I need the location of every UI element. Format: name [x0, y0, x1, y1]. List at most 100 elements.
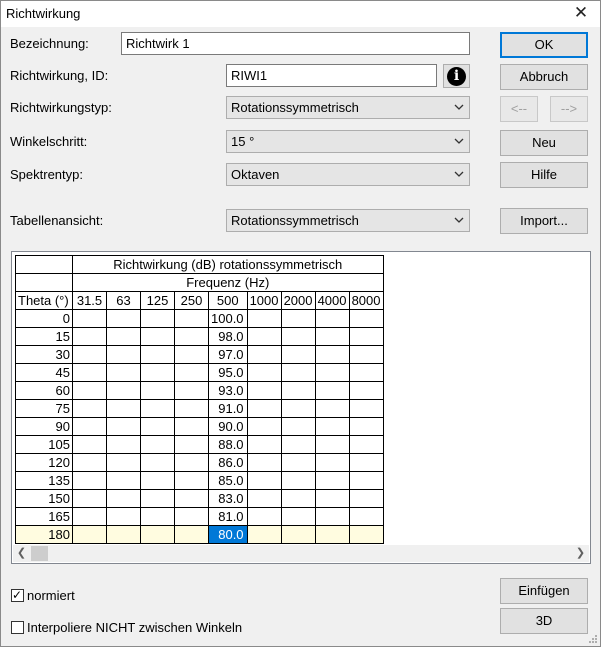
- value-cell[interactable]: [106, 435, 141, 454]
- value-cell[interactable]: [140, 417, 175, 436]
- value-cell[interactable]: [280, 435, 316, 454]
- value-cell[interactable]: [246, 363, 282, 382]
- value-cell[interactable]: [174, 435, 209, 454]
- value-cell[interactable]: [246, 471, 282, 490]
- id-input[interactable]: RIWI1: [226, 64, 437, 87]
- value-cell[interactable]: [280, 327, 316, 346]
- value-cell[interactable]: [72, 417, 107, 436]
- value-cell[interactable]: [348, 417, 384, 436]
- value-cell[interactable]: 98.0: [208, 327, 248, 346]
- value-cell[interactable]: [314, 399, 350, 418]
- winkel-select[interactable]: 15 °: [226, 130, 470, 153]
- value-cell[interactable]: [106, 471, 141, 490]
- value-cell[interactable]: [314, 507, 350, 526]
- value-cell[interactable]: [348, 525, 384, 544]
- value-cell[interactable]: [280, 345, 316, 364]
- value-cell[interactable]: [72, 309, 107, 328]
- value-cell[interactable]: [348, 453, 384, 472]
- next-button[interactable]: -->: [550, 96, 588, 122]
- prev-button[interactable]: <--: [500, 96, 538, 122]
- value-cell[interactable]: 91.0: [208, 399, 248, 418]
- value-cell[interactable]: [140, 435, 175, 454]
- value-cell[interactable]: [246, 417, 282, 436]
- value-cell[interactable]: [106, 327, 141, 346]
- value-cell[interactable]: [348, 381, 384, 400]
- value-cell[interactable]: [314, 363, 350, 382]
- tabelle-select[interactable]: Rotationssymmetrisch: [226, 209, 470, 232]
- value-cell[interactable]: [280, 363, 316, 382]
- value-cell[interactable]: [348, 363, 384, 382]
- value-cell[interactable]: [140, 381, 175, 400]
- value-cell[interactable]: [140, 309, 175, 328]
- value-cell[interactable]: 85.0: [208, 471, 248, 490]
- bezeichnung-input[interactable]: Richtwirk 1: [121, 32, 470, 55]
- 3d-button[interactable]: 3D: [500, 608, 588, 634]
- value-cell[interactable]: [348, 327, 384, 346]
- value-cell[interactable]: [174, 381, 209, 400]
- value-cell[interactable]: 90.0: [208, 417, 248, 436]
- value-cell[interactable]: [246, 399, 282, 418]
- chevron-right-icon[interactable]: ❯: [572, 545, 589, 562]
- ok-button[interactable]: OK: [500, 32, 588, 58]
- value-cell[interactable]: [174, 453, 209, 472]
- value-cell[interactable]: [280, 417, 316, 436]
- value-cell[interactable]: 81.0: [208, 507, 248, 526]
- value-cell[interactable]: [106, 309, 141, 328]
- info-button[interactable]: i: [443, 64, 470, 88]
- value-cell[interactable]: [314, 471, 350, 490]
- value-cell[interactable]: [174, 489, 209, 508]
- chevron-left-icon[interactable]: ❮: [13, 545, 30, 562]
- value-cell[interactable]: [106, 417, 141, 436]
- value-cell[interactable]: [174, 363, 209, 382]
- neu-button[interactable]: Neu: [500, 130, 588, 156]
- value-cell[interactable]: [280, 381, 316, 400]
- value-cell[interactable]: [140, 471, 175, 490]
- value-cell[interactable]: [174, 525, 209, 544]
- close-icon[interactable]: ✕: [572, 3, 590, 23]
- value-cell[interactable]: [72, 327, 107, 346]
- value-cell[interactable]: [348, 309, 384, 328]
- value-cell[interactable]: [140, 507, 175, 526]
- value-cell[interactable]: [72, 435, 107, 454]
- value-cell[interactable]: [280, 453, 316, 472]
- value-cell[interactable]: 93.0: [208, 381, 248, 400]
- value-cell[interactable]: [140, 453, 175, 472]
- value-cell[interactable]: [280, 525, 316, 544]
- value-cell[interactable]: [246, 435, 282, 454]
- value-cell[interactable]: [174, 471, 209, 490]
- value-cell[interactable]: [314, 489, 350, 508]
- hilfe-button[interactable]: Hilfe: [500, 162, 588, 188]
- value-cell[interactable]: [314, 345, 350, 364]
- value-cell[interactable]: [314, 381, 350, 400]
- value-cell[interactable]: 88.0: [208, 435, 248, 454]
- value-cell[interactable]: [314, 417, 350, 436]
- value-cell[interactable]: [314, 309, 350, 328]
- value-cell[interactable]: [106, 507, 141, 526]
- value-cell[interactable]: [72, 471, 107, 490]
- value-cell[interactable]: [140, 525, 175, 544]
- value-cell[interactable]: [72, 525, 107, 544]
- value-cell[interactable]: [140, 399, 175, 418]
- value-cell[interactable]: [174, 309, 209, 328]
- value-cell[interactable]: 95.0: [208, 363, 248, 382]
- value-cell[interactable]: [140, 327, 175, 346]
- value-cell[interactable]: [72, 453, 107, 472]
- value-cell[interactable]: [106, 363, 141, 382]
- value-cell[interactable]: [246, 345, 282, 364]
- value-cell[interactable]: [246, 453, 282, 472]
- value-cell[interactable]: [140, 345, 175, 364]
- value-cell[interactable]: [72, 381, 107, 400]
- value-cell[interactable]: [246, 327, 282, 346]
- value-cell[interactable]: [314, 435, 350, 454]
- value-cell[interactable]: [314, 453, 350, 472]
- typ-select[interactable]: Rotationssymmetrisch: [226, 96, 470, 119]
- value-cell[interactable]: [140, 489, 175, 508]
- normiert-checkbox[interactable]: ✓: [11, 588, 24, 602]
- value-cell[interactable]: [106, 525, 141, 544]
- value-cell[interactable]: [106, 381, 141, 400]
- value-cell[interactable]: [174, 399, 209, 418]
- value-cell[interactable]: [106, 489, 141, 508]
- value-cell[interactable]: [140, 363, 175, 382]
- scrollbar-thumb[interactable]: [31, 546, 48, 561]
- value-cell[interactable]: [314, 327, 350, 346]
